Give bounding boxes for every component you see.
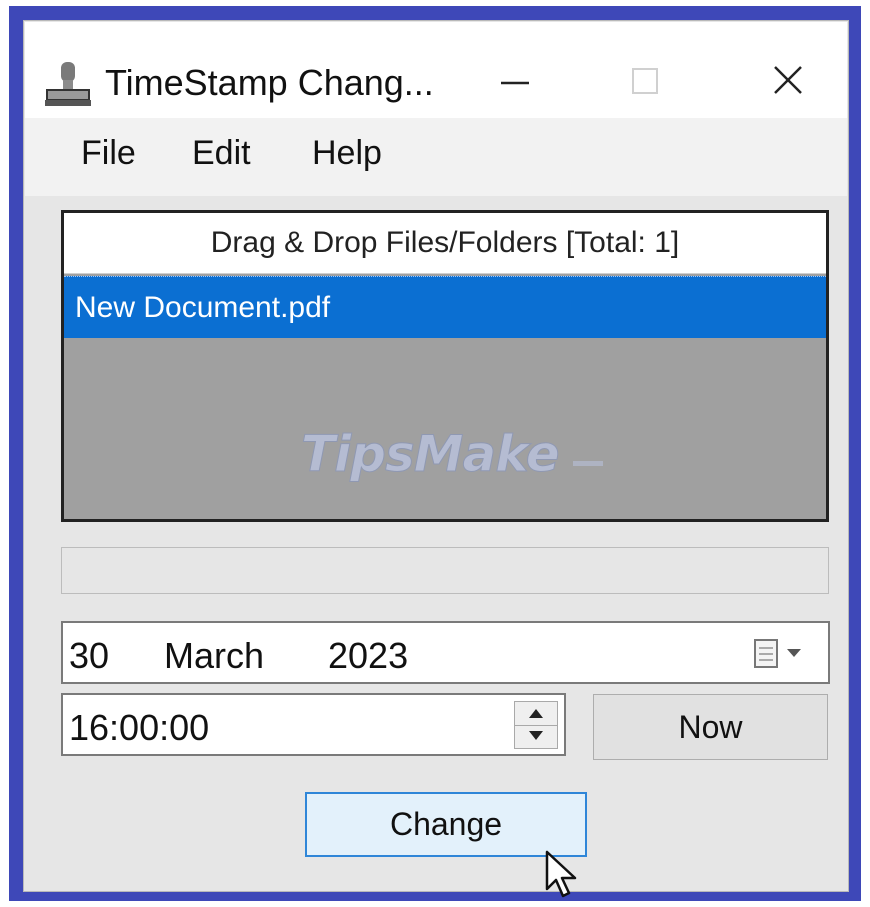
stamp-icon [43,60,93,110]
window-title: TimeStamp Chang... [105,62,434,103]
minimize-icon [501,81,529,85]
minimize-button[interactable] [485,56,545,106]
time-spinner[interactable] [514,701,558,749]
svg-text:TipsMake: TipsMake [301,425,559,483]
file-list[interactable]: Drag & Drop Files/Folders [Total: 1] New… [61,210,829,522]
date-year[interactable]: 2023 [328,635,408,677]
time-input[interactable]: 16:00:00 [61,693,566,756]
progress-bar [61,547,829,594]
mouse-cursor-icon [544,849,580,901]
menu-bar: File Edit Help [25,118,847,196]
spin-up-icon[interactable] [515,702,557,726]
maximize-button[interactable] [615,56,675,106]
date-month[interactable]: March [164,635,264,677]
change-button[interactable]: Change [305,792,587,857]
menu-help[interactable]: Help [312,134,382,173]
menu-file[interactable]: File [81,134,136,173]
list-item[interactable]: New Document.pdf [64,276,826,338]
close-icon [774,66,802,94]
calendar-dropdown-icon[interactable] [751,638,813,670]
now-button[interactable]: Now [593,694,828,760]
file-list-header[interactable]: Drag & Drop Files/Folders [Total: 1] [64,213,826,274]
watermark-logo: TipsMake [295,423,615,483]
menu-edit[interactable]: Edit [192,134,251,173]
app-window: TimeStamp Chang... File Edit Help Drag &… [23,20,849,898]
time-value[interactable]: 16:00:00 [69,707,209,749]
title-bar[interactable]: TimeStamp Chang... [25,22,847,118]
spin-down-icon[interactable] [515,725,557,748]
date-picker[interactable]: 30 March 2023 [61,621,830,684]
close-button[interactable] [759,56,819,106]
maximize-icon [632,68,658,94]
date-day[interactable]: 30 [69,635,109,677]
